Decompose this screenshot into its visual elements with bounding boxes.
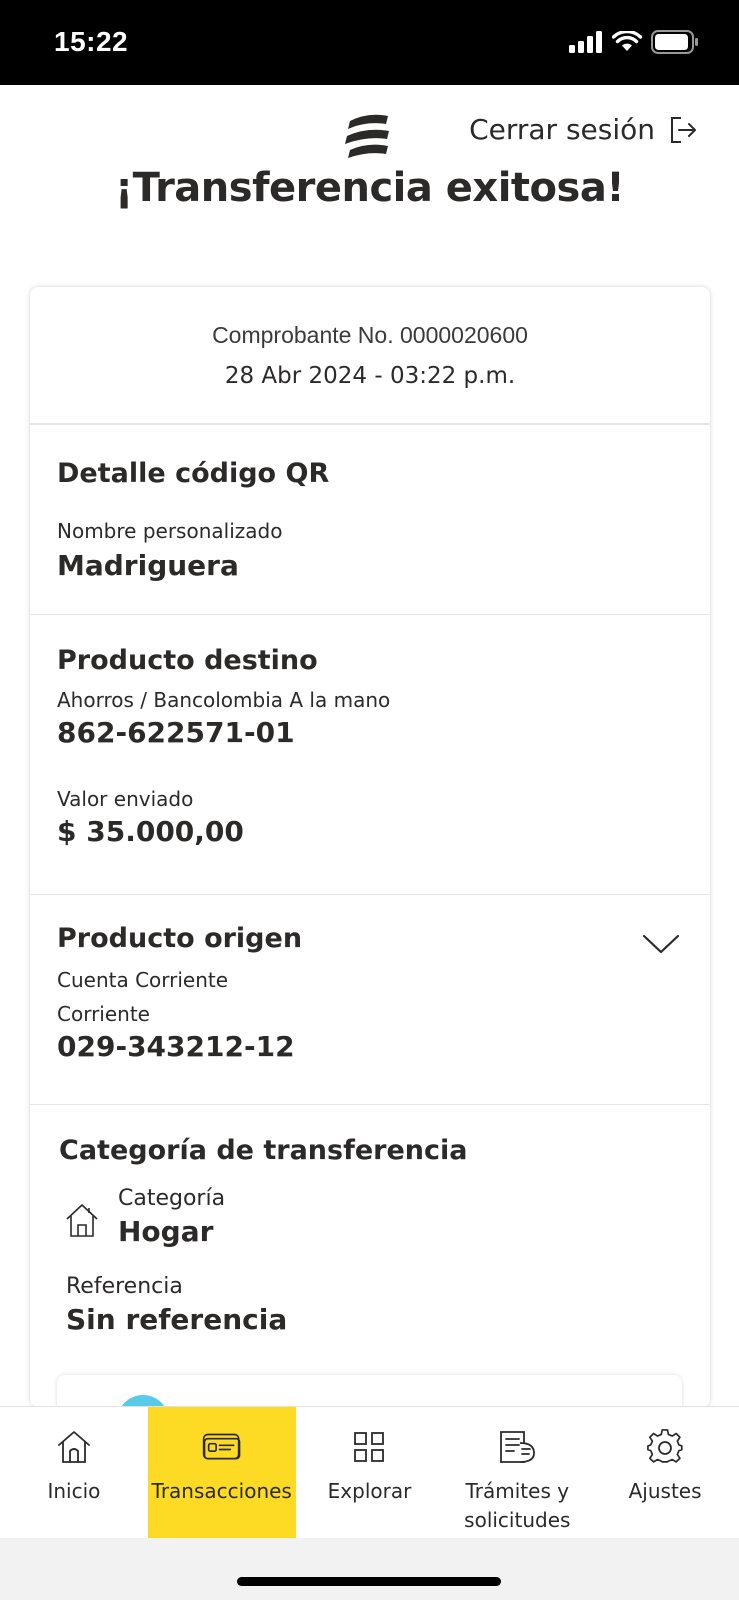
tab-transacciones[interactable]: Transacciones [147, 1407, 296, 1539]
tab-label: Explorar [327, 1479, 412, 1503]
receipt-card: Comprobante No. 0000020600 28 Abr 2024 -… [30, 287, 710, 1407]
category-row: Categoría Hogar [59, 1186, 683, 1248]
voucher-number: Comprobante No. 0000020600 [212, 322, 528, 348]
reference-block: Referencia Sin referencia [59, 1274, 683, 1336]
origin-section[interactable]: Producto origen Cuenta Corriente Corrien… [30, 895, 710, 1105]
qr-detail-section: Detalle código QR Nombre personalizado M… [30, 425, 710, 615]
destination-section: Producto destino Ahorros / Bancolombia A… [30, 615, 710, 895]
category-title: Categoría de transferencia [59, 1135, 468, 1166]
wifi-icon [612, 31, 642, 51]
origin-line1: Cuenta Corriente [57, 968, 229, 992]
amount-label: Valor enviado [57, 787, 194, 811]
voucher-header: Comprobante No. 0000020600 28 Abr 2024 -… [30, 287, 710, 425]
home-icon [54, 1427, 94, 1467]
chevron-down-icon[interactable] [642, 933, 680, 955]
destination-product-label: Ahorros / Bancolombia A la mano [57, 688, 391, 712]
reference-value: Sin referencia [66, 1303, 288, 1336]
tab-inicio[interactable]: Inicio [0, 1407, 148, 1539]
qr-detail-title: Detalle código QR [57, 458, 330, 489]
signal-icon [569, 31, 602, 53]
qr-name-value: Madriguera [57, 549, 239, 582]
amount-value: $ 35.000,00 [57, 815, 244, 848]
grid-icon [349, 1427, 389, 1467]
battery-icon [651, 30, 698, 54]
page-title: ¡Transferencia exitosa! [114, 165, 625, 211]
category-value: Hogar [118, 1215, 214, 1248]
reference-label: Referencia [66, 1274, 183, 1299]
bottom-tab-bar: Inicio Transacciones Explorar Trámites y… [0, 1406, 739, 1539]
document-icon [497, 1427, 537, 1467]
tab-ajustes[interactable]: Ajustes [591, 1407, 739, 1539]
status-bar: 15:22 [0, 0, 739, 85]
tab-explorar[interactable]: Explorar [296, 1407, 444, 1539]
origin-line2: Corriente [57, 1002, 150, 1026]
status-time: 15:22 [54, 26, 129, 57]
category-section: Categoría de transferencia Categoría Hog… [30, 1105, 710, 1336]
tab-tramites[interactable]: Trámites y solicitudes [443, 1407, 591, 1539]
status-icons [569, 30, 699, 54]
tab-label: Ajustes [628, 1479, 702, 1503]
logout-icon [671, 116, 696, 143]
home-indicator-area [0, 1538, 739, 1600]
logout-button[interactable]: Cerrar sesión [469, 113, 699, 146]
tab-label: Transacciones [151, 1479, 292, 1503]
partial-card [57, 1375, 682, 1407]
home-indicator[interactable] [237, 1577, 501, 1586]
qr-name-label: Nombre personalizado [57, 519, 283, 543]
voucher-date: 28 Abr 2024 - 03:22 p.m. [224, 363, 516, 389]
bancolombia-logo [345, 114, 389, 158]
destination-title: Producto destino [57, 645, 318, 676]
home-category-icon [59, 1186, 118, 1248]
tab-label: Trámites y solicitudes [464, 1479, 571, 1532]
tab-label: Inicio [47, 1479, 101, 1503]
category-label: Categoría [118, 1186, 226, 1211]
destination-account: 862-622571-01 [57, 716, 295, 749]
origin-title: Producto origen [57, 923, 303, 954]
gear-icon [645, 1427, 685, 1467]
card-icon [202, 1427, 242, 1467]
origin-account: 029-343212-12 [57, 1030, 295, 1063]
logout-label: Cerrar sesión [469, 113, 655, 146]
